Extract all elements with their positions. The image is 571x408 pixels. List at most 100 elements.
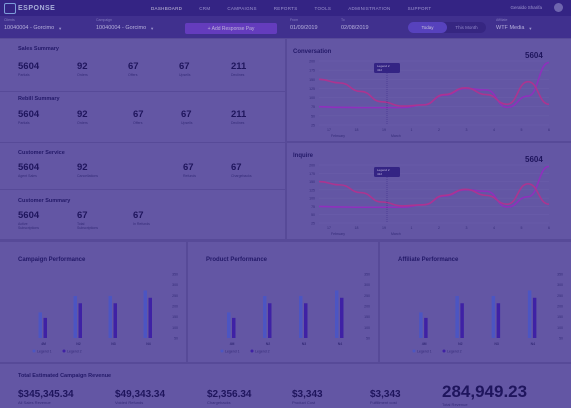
revenue-voided-refunds: $49,343.34 Voided Refunds xyxy=(115,389,166,405)
affiliate-select[interactable]: Affiliate WTF Media ▼ xyxy=(496,18,532,31)
x-tick-label: 4 xyxy=(493,226,495,230)
stat-declines: 211 Declines xyxy=(231,109,247,125)
stat-upsells: 67 Upsells xyxy=(179,61,191,77)
card-title: Rebill Summary xyxy=(18,96,60,102)
y-tick-label: 75 xyxy=(311,105,315,109)
y-tick-label: 50 xyxy=(559,337,563,341)
chart-title: Product Performance xyxy=(206,257,268,263)
x-tick-label: 3 xyxy=(466,226,468,230)
legend-swatch xyxy=(62,349,66,353)
x-tick-label: N4 xyxy=(146,342,151,346)
bar xyxy=(491,295,496,338)
revenue-card: Total Estimated Campaign Revenue $345,34… xyxy=(0,364,571,408)
x-month-label: March xyxy=(391,232,401,236)
stat-in-refunds: 67 In Refunds xyxy=(133,210,150,226)
stat-agent-sales: 5604 Agent Sales xyxy=(18,162,40,178)
stat-cancellations: 92 Cancellations xyxy=(77,162,99,178)
legend-swatch xyxy=(220,349,224,353)
conversation-chart-card: Conversation 5604 200 175 150 125 100 75 50 25 17 1… xyxy=(287,39,571,141)
y-tick-label: 50 xyxy=(366,337,370,341)
x-tick-label: 3 xyxy=(466,128,468,132)
bar xyxy=(268,303,272,338)
toggle-today[interactable]: Today xyxy=(408,22,447,33)
card-title: Customer Summary xyxy=(18,198,71,204)
nav-support[interactable]: SUPPORT xyxy=(408,6,432,11)
client-select[interactable]: Clients 10040004 - Gorcimo ▼ xyxy=(4,18,62,31)
y-tick-label: 175 xyxy=(309,172,315,176)
y-tick-label: 150 xyxy=(309,180,315,184)
y-tick-label: 100 xyxy=(309,197,315,201)
y-tick-label: 300 xyxy=(172,283,178,287)
y-tick-label: 200 xyxy=(364,305,370,309)
to-date[interactable]: To 02/08/2019 xyxy=(341,18,369,31)
x-month-label: February xyxy=(331,232,345,236)
x-tick-label: N2 xyxy=(458,342,463,346)
top-navigation: ESPONSE DASHBOARD CRM CAMPAIGNS REPORTS … xyxy=(0,0,571,16)
logo-icon xyxy=(4,2,16,14)
x-tick-label: 19 xyxy=(382,128,386,132)
y-tick-label: 125 xyxy=(309,87,315,91)
nav-crm[interactable]: CRM xyxy=(199,6,210,11)
stat-partials: 5604 Partials xyxy=(18,109,40,125)
affiliate-label: Affiliate xyxy=(496,18,508,22)
y-tick-label: 200 xyxy=(172,305,178,309)
legend-swatch xyxy=(250,349,254,353)
y-tick-label: 300 xyxy=(364,283,370,287)
revenue-total: 284,949.23 Total Revenue xyxy=(442,382,528,407)
x-tick-label: 17 xyxy=(327,226,331,230)
nav-administration[interactable]: ADMINISTRATION xyxy=(348,6,390,11)
from-value: 01/09/2019 xyxy=(290,25,318,31)
series-line xyxy=(318,78,550,107)
legend-label: Legend 1 xyxy=(417,350,432,354)
to-label: To xyxy=(341,18,345,22)
period-toggle: Today This Month xyxy=(408,22,486,33)
customer-summary-card: Customer Summary 5604 Active Subscription… xyxy=(0,190,285,239)
series-line xyxy=(318,61,550,109)
inquire-chart-card: Inquire 5604 200 175 150 125 100 75 50 25 17 18 19 1 2… xyxy=(287,143,571,239)
add-response-pay-button[interactable]: + Add Response Pay xyxy=(185,23,277,34)
x-tick-label: 4M xyxy=(422,342,427,346)
x-month-label: February xyxy=(331,134,345,138)
campaign-label: Campaign xyxy=(96,18,112,22)
toggle-this-month[interactable]: This Month xyxy=(447,22,486,33)
y-tick-label: 150 xyxy=(172,315,178,319)
x-tick-label: 5 xyxy=(521,128,523,132)
x-tick-label: 17 xyxy=(327,128,331,132)
bar xyxy=(43,317,47,338)
nav-reports[interactable]: REPORTS xyxy=(274,6,298,11)
y-tick-label: 50 xyxy=(311,213,315,217)
campaign-select[interactable]: Campaign 10040004 - Gorcimo ▼ xyxy=(96,18,154,31)
bar xyxy=(73,295,77,338)
legend-swatch xyxy=(442,349,446,353)
legend-label: Legend 1 xyxy=(37,350,52,354)
avatar[interactable] xyxy=(554,3,563,12)
y-tick-label: 100 xyxy=(309,96,315,100)
customer-service-card: Customer Service 5604 Agent Sales 92 Cance… xyxy=(0,143,285,189)
stat-refunds: 67 Refunds xyxy=(183,162,197,178)
bar xyxy=(108,295,112,338)
legend-label: Legend 2 xyxy=(447,350,462,354)
x-tick-label: N2 xyxy=(76,342,81,346)
bar xyxy=(304,303,308,338)
bar xyxy=(424,317,428,338)
nav-tools[interactable]: TOOLS xyxy=(315,6,332,11)
y-tick-label: 250 xyxy=(557,294,563,298)
user-menu[interactable]: Geraldo Sharifa xyxy=(510,3,563,12)
stat-orders: 92 Orders xyxy=(77,61,88,77)
tooltip-value: 412 xyxy=(377,172,382,176)
bar xyxy=(143,290,147,338)
x-tick-label: N3 xyxy=(302,342,307,346)
user-name: Geraldo Sharifa xyxy=(510,5,542,10)
to-value: 02/08/2019 xyxy=(341,25,369,31)
from-date[interactable]: From 01/09/2019 xyxy=(290,18,318,31)
stat-offers: 67 Offers xyxy=(128,61,139,77)
nav-campaigns[interactable]: CAMPAIGNS xyxy=(227,6,256,11)
x-tick-label: 6 xyxy=(548,128,550,132)
affiliate-performance-chart: Affiliate Performance 350 300 250 200 150 100 5… xyxy=(398,257,563,354)
nav-dashboard[interactable]: DASHBOARD xyxy=(151,6,182,11)
x-tick-label: 1 xyxy=(411,128,413,132)
bar xyxy=(232,317,236,338)
legend-swatch xyxy=(412,349,416,353)
y-tick-label: 25 xyxy=(311,222,315,226)
app-logo[interactable]: ESPONSE xyxy=(4,2,104,14)
